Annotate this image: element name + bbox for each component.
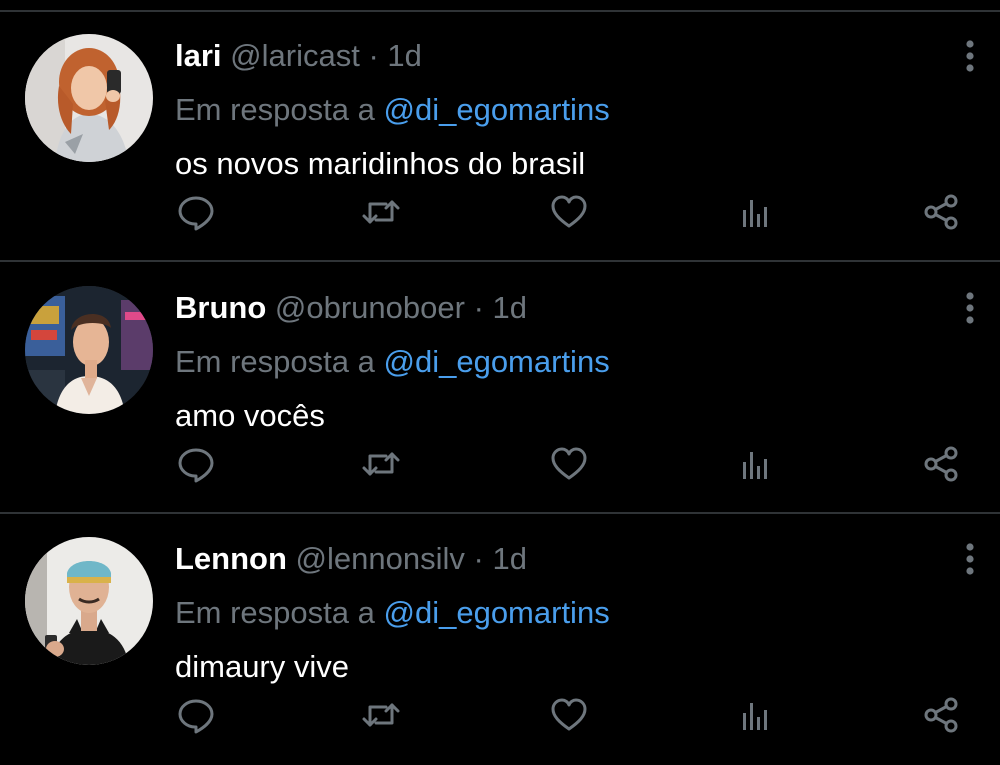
retweet-button[interactable] [361, 444, 401, 484]
separator-dot: · [368, 38, 379, 73]
tweet-actions [0, 690, 1000, 740]
share-icon [924, 194, 958, 230]
tweet-actions [0, 187, 1000, 237]
tweet-text: amo vocês [175, 398, 325, 433]
views-button[interactable] [736, 192, 776, 232]
author-name[interactable]: lari [175, 38, 222, 73]
share-button[interactable] [921, 444, 961, 484]
reply-icon [178, 196, 214, 231]
tweet-header: lari @laricast · 1d [175, 36, 422, 76]
timestamp[interactable]: 1d [387, 38, 421, 73]
heart-icon [551, 195, 587, 228]
tweet-item[interactable]: lari @laricast · 1d Em resposta a @di_eg… [0, 12, 1000, 262]
share-button[interactable] [921, 192, 961, 232]
views-icon [743, 200, 767, 227]
reply-mention-link[interactable]: @di_egomartins [384, 595, 610, 630]
share-icon [924, 446, 958, 482]
more-options-button[interactable] [955, 36, 985, 76]
author-handle[interactable]: @laricast [230, 38, 360, 73]
more-options-button[interactable] [955, 288, 985, 328]
tweet-divider [0, 512, 1000, 514]
reply-icon [178, 699, 214, 734]
reply-context: Em resposta a @di_egomartins [175, 342, 610, 382]
reply-button[interactable] [176, 192, 216, 232]
tweet-item[interactable]: Lennon @lennonsilv · 1d Em resposta a @d… [0, 515, 1000, 765]
views-button[interactable] [736, 695, 776, 735]
separator-dot: · [473, 541, 484, 576]
timestamp[interactable]: 1d [492, 541, 526, 576]
more-vertical-icon [966, 543, 974, 575]
reply-prefix: Em resposta a [175, 344, 375, 379]
timestamp[interactable]: 1d [493, 290, 527, 325]
like-button[interactable] [549, 192, 589, 232]
more-vertical-icon [966, 40, 974, 72]
retweet-button[interactable] [361, 192, 401, 232]
tweet-header: Bruno @obrunoboer · 1d [175, 288, 527, 328]
reply-mention-link[interactable]: @di_egomartins [384, 92, 610, 127]
retweet-icon [362, 703, 400, 727]
retweet-icon [362, 452, 400, 476]
views-icon [743, 452, 767, 479]
reply-button[interactable] [176, 444, 216, 484]
retweet-button[interactable] [361, 695, 401, 735]
views-button[interactable] [736, 444, 776, 484]
reply-mention-link[interactable]: @di_egomartins [384, 344, 610, 379]
tweet-item[interactable]: Bruno @obrunoboer · 1d Em resposta a @di… [0, 264, 1000, 514]
tweet-text: os novos maridinhos do brasil [175, 146, 586, 181]
author-name[interactable]: Bruno [175, 290, 266, 325]
retweet-icon [362, 200, 400, 224]
avatar[interactable] [25, 34, 153, 162]
reply-prefix: Em resposta a [175, 92, 375, 127]
separator-dot: · [473, 290, 484, 325]
reply-context: Em resposta a @di_egomartins [175, 90, 610, 130]
tweet-divider [0, 260, 1000, 262]
more-options-button[interactable] [955, 539, 985, 579]
views-icon [743, 703, 767, 730]
reply-context: Em resposta a @di_egomartins [175, 593, 610, 633]
avatar-photo [25, 537, 153, 665]
tweet-actions [0, 439, 1000, 489]
avatar-photo [25, 34, 153, 162]
reply-icon [178, 448, 214, 483]
share-icon [924, 697, 958, 733]
author-name[interactable]: Lennon [175, 541, 287, 576]
tweet-text: dimaury vive [175, 649, 349, 684]
avatar[interactable] [25, 286, 153, 414]
author-handle[interactable]: @obrunoboer [275, 290, 465, 325]
reply-prefix: Em resposta a [175, 595, 375, 630]
author-handle[interactable]: @lennonsilv [296, 541, 465, 576]
heart-icon [551, 698, 587, 731]
tweet-header: Lennon @lennonsilv · 1d [175, 539, 527, 579]
share-button[interactable] [921, 695, 961, 735]
more-vertical-icon [966, 292, 974, 324]
reply-button[interactable] [176, 695, 216, 735]
avatar[interactable] [25, 537, 153, 665]
like-button[interactable] [549, 695, 589, 735]
heart-icon [551, 447, 587, 480]
avatar-photo [25, 286, 153, 414]
like-button[interactable] [549, 444, 589, 484]
